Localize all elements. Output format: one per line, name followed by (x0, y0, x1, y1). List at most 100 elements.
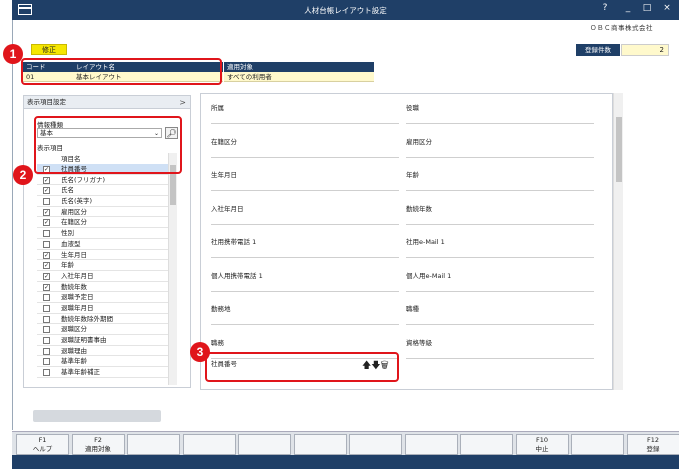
layout-field[interactable]: 社用携帯電話 1 (211, 226, 399, 258)
panel-header[interactable]: 表示項目設定 > (24, 96, 190, 109)
field-label: 資格等級 (406, 338, 432, 347)
fkey-empty[interactable] (571, 434, 624, 455)
item-label: 入社年月日 (61, 271, 94, 280)
field-label: 勤務地 (211, 305, 231, 313)
list-item[interactable]: ✓ 雇用区分 (37, 207, 169, 218)
item-checkbox[interactable]: ✓ (43, 219, 50, 227)
list-item[interactable]: 退職予定日 (37, 292, 169, 303)
item-checkbox[interactable] (43, 369, 50, 377)
target-cell: すべての利用者 (224, 72, 374, 82)
item-label: 年齢 (61, 261, 74, 270)
fkey-empty[interactable] (404, 434, 458, 455)
item-checkbox[interactable]: ✓ (43, 187, 50, 195)
maximize-button[interactable]: □ (640, 3, 654, 13)
layout-field[interactable]: 個人用携帯電話 1 (211, 260, 399, 292)
layout-field[interactable]: 勤務地 (211, 293, 399, 325)
fkey-label: ヘルプ (32, 445, 53, 453)
down-arrow-icon[interactable]: 🡇 (371, 361, 380, 371)
fkey-label: 適用対象 (85, 445, 111, 453)
item-checkbox[interactable] (43, 240, 50, 248)
item-checkbox[interactable] (43, 326, 50, 334)
list-item[interactable]: ✓ 在籍区分 (37, 217, 169, 229)
chevron-right-icon[interactable]: > (179, 96, 186, 109)
item-checkbox[interactable] (43, 230, 50, 238)
fkey-empty[interactable] (238, 434, 291, 455)
added-field-label[interactable]: 社員番号 (211, 358, 237, 368)
item-checkbox[interactable] (43, 358, 50, 366)
fkey-code: F10 (535, 436, 548, 444)
layout-field[interactable]: 雇用区分 (406, 126, 594, 158)
list-item[interactable]: 基準年齢 (37, 356, 169, 368)
fkey-label: 中止 (535, 445, 549, 453)
list-item[interactable]: 基準年齢補正 (37, 367, 169, 378)
layout-field[interactable]: 勤続年数 (406, 193, 594, 225)
item-label: 退職年月日 (61, 303, 94, 312)
trash-icon[interactable]: 🗑 (381, 361, 389, 371)
list-item[interactable]: ✓ 入社年月日 (37, 271, 169, 282)
minimize-button[interactable]: _ (621, 3, 635, 13)
preview-scrollbar[interactable] (613, 93, 623, 390)
item-checkbox[interactable]: ✓ (43, 283, 50, 291)
layout-field[interactable]: 在籍区分 (211, 126, 399, 158)
fkey-empty[interactable] (182, 434, 236, 455)
list-item[interactable]: ✓ 氏名 (37, 185, 169, 197)
item-checkbox[interactable] (43, 337, 50, 344)
layout-field[interactable]: 入社年月日 (211, 193, 399, 225)
function-key-bar: F1 ヘルプ F2 適用対象 F10 中止 F12 登録 (12, 431, 679, 455)
layout-field[interactable]: 社用e-Mail 1 (406, 226, 594, 258)
fkey-f2[interactable]: F2 適用対象 (71, 434, 125, 455)
progress-placeholder (33, 410, 161, 422)
status-bar (12, 455, 679, 469)
layout-field[interactable]: 職種 (406, 293, 594, 325)
layout-field[interactable]: 役職 (406, 94, 594, 124)
list-item[interactable]: ✓ 年齢 (37, 260, 169, 271)
panel-title: 表示項目設定 (27, 98, 66, 106)
item-checkbox[interactable]: ✓ (43, 272, 50, 280)
fkey-empty[interactable] (127, 434, 180, 455)
item-checkbox[interactable]: ✓ (43, 262, 50, 270)
item-checkbox[interactable] (43, 198, 50, 206)
fkey-f12[interactable]: F12 登録 (626, 434, 679, 455)
list-item[interactable]: 勤続年数除外期間 (37, 314, 169, 325)
layout-field[interactable]: 個人用e-Mail 1 (406, 260, 594, 292)
list-item[interactable]: ✓ 勤続年数 (37, 282, 169, 293)
fkey-f10[interactable]: F10 中止 (515, 434, 569, 455)
field-label: 入社年月日 (211, 204, 244, 213)
item-checkbox[interactable] (43, 304, 50, 312)
layout-field[interactable]: 生年月日 (211, 159, 399, 191)
fkey-empty[interactable] (349, 434, 402, 455)
item-checkbox[interactable] (43, 347, 50, 355)
edit-mode-button[interactable]: 修正 (31, 44, 67, 55)
list-item[interactable]: ✓ 氏名(フリガナ) (37, 175, 169, 186)
item-label: 氏名(英字) (61, 197, 93, 206)
list-item[interactable]: ✓ 生年月日 (37, 250, 169, 261)
fkey-empty[interactable] (293, 434, 347, 455)
up-arrow-icon[interactable]: 🡅 (362, 361, 371, 371)
list-item[interactable]: 退職証明書事由 (37, 335, 169, 346)
list-scrollbar[interactable] (168, 153, 177, 385)
item-checkbox[interactable]: ✓ (43, 251, 50, 259)
item-checkbox[interactable] (43, 294, 50, 302)
fkey-empty[interactable] (460, 434, 513, 455)
layout-field[interactable]: 年齢 (406, 159, 594, 191)
layout-field[interactable]: 資格等級 (406, 327, 594, 359)
list-item[interactable]: 氏名(英字) (37, 196, 169, 207)
item-label: 雇用区分 (61, 207, 87, 216)
close-button[interactable]: × (660, 3, 674, 13)
item-checkbox[interactable]: ✓ (43, 208, 50, 216)
highlight-box-1 (21, 58, 222, 85)
list-item[interactable]: 退職区分 (37, 324, 169, 335)
item-checkbox[interactable] (43, 315, 50, 323)
item-label: 基準年齢補正 (61, 368, 100, 377)
fkey-f1[interactable]: F1 ヘルプ (16, 434, 69, 455)
list-item[interactable]: 血液型 (37, 239, 169, 250)
list-item[interactable]: 退職理由 (37, 346, 169, 357)
list-item[interactable]: 性別 (37, 228, 169, 239)
layout-field[interactable]: 所属 (211, 94, 399, 124)
company-name: ＯＢＣ商事株式会社 (590, 24, 653, 32)
help-icon[interactable]: ? (598, 3, 612, 13)
item-label: 血液型 (61, 239, 81, 248)
item-checkbox[interactable]: ✓ (43, 176, 50, 184)
preview-scroll-thumb[interactable] (616, 117, 622, 182)
list-item[interactable]: 退職年月日 (37, 303, 169, 314)
